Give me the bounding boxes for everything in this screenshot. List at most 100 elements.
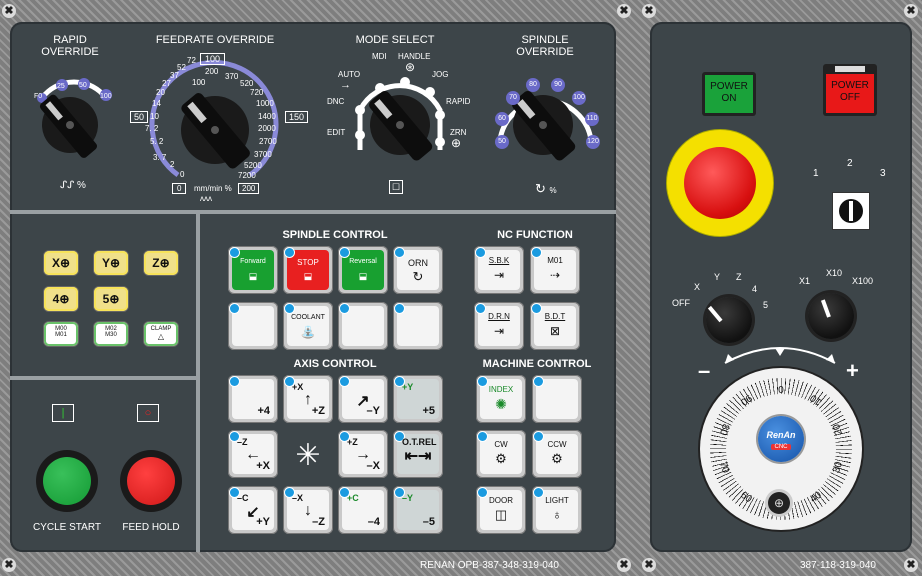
feed-hold-label: FEED HOLD <box>122 522 180 533</box>
blank-key[interactable] <box>228 302 278 350</box>
axis-key-bottom: –4 <box>367 516 380 528</box>
mode-dnc: DNC <box>327 97 345 106</box>
door-key[interactable]: DOOR ◫ <box>476 486 526 534</box>
screw-icon: ✖ <box>904 558 918 572</box>
feed-box-right: 150 <box>285 111 309 123</box>
axis-select-z[interactable]: Z⊕ <box>144 251 178 275</box>
axis-key[interactable]: +Y +5 <box>393 375 443 423</box>
axis-off-label: OFF <box>672 298 690 308</box>
power-off-button[interactable]: POWER OFF <box>823 64 877 116</box>
feed-tick: 7. 2 <box>145 124 159 133</box>
axis-select-knob[interactable] <box>706 297 752 343</box>
mode-rapid: RAPID <box>446 97 471 106</box>
blank-key[interactable] <box>393 302 443 350</box>
spindle-control-title: SPINDLE CONTROL <box>282 229 388 241</box>
ccw-key[interactable]: CCW ⚙ <box>532 430 582 478</box>
mode-handle-icon: ⊛ <box>405 60 416 74</box>
key-switch-2: 2 <box>847 158 853 169</box>
blank-key[interactable] <box>532 375 582 423</box>
arrow-icon: ↗ <box>356 393 370 410</box>
mult-x1-label: X1 <box>799 276 811 286</box>
cycle-start-button[interactable] <box>36 450 98 512</box>
axis-z-label: Z <box>736 272 742 282</box>
spindle-tick: 70 <box>506 91 520 105</box>
spindle-reversal-key[interactable]: Reversal ⬓ <box>338 246 388 294</box>
axis-key[interactable]: –Y ↗ <box>338 375 388 423</box>
feed-tick: 1400 <box>258 112 276 121</box>
feed-tick: 370 <box>225 72 239 81</box>
key-switch-1: 1 <box>813 168 819 179</box>
key-switch[interactable] <box>832 192 870 230</box>
spindle-tick: 100 <box>572 91 586 105</box>
feed-hold-button[interactable] <box>120 450 182 512</box>
feed-tick: 52 <box>177 63 186 72</box>
axis-key[interactable]: +C –4 <box>338 486 388 534</box>
axis-select-5[interactable]: 5⊕ <box>94 287 128 311</box>
rapid-tick: 50 <box>79 82 87 89</box>
spindle-forward-key[interactable]: Forward ⬓ <box>228 246 278 294</box>
feed-tick: 20 <box>156 88 165 97</box>
mode-select-dial <box>355 77 445 161</box>
axis-key[interactable]: +4 <box>228 375 278 423</box>
mpg-brand: RenAn <box>766 430 796 440</box>
key-switch-3: 3 <box>880 168 886 179</box>
m00-m01-key[interactable]: M00 M01 <box>44 322 78 346</box>
spindle-tick: 90 <box>551 78 565 92</box>
feed-box-bottom-right: 200 <box>238 183 260 194</box>
rapid-tick: 25 <box>57 83 65 90</box>
axis-key[interactable]: O.T.REL ⇤⇥ <box>393 430 443 478</box>
screw-icon: ✖ <box>617 558 631 572</box>
axis-key-bottom: +4 <box>257 405 270 417</box>
feed-tick: 2 <box>170 160 175 169</box>
light-key[interactable]: LIGHT ♁ <box>532 486 582 534</box>
feed-tick: 0 <box>180 170 185 179</box>
feed-tick: 37 <box>170 71 179 80</box>
multiplier-knob[interactable] <box>808 293 854 339</box>
power-on-button[interactable]: POWER ON <box>702 72 756 116</box>
feed-tick: 27 <box>162 79 171 88</box>
mpg-sub: CNC <box>771 444 791 450</box>
spindle-tick: 110 <box>585 112 599 126</box>
coolant-key[interactable]: COOLANT ⛲ <box>283 302 333 350</box>
axis-select-4[interactable]: 4⊕ <box>44 287 78 311</box>
zrn-icon: ⊕ <box>451 136 462 150</box>
axis-key[interactable]: +Z –X → <box>338 430 388 478</box>
spindle-rotate-icon: ↻ % <box>535 181 557 196</box>
axis-select-y[interactable]: Y⊕ <box>94 251 128 275</box>
axis-key[interactable]: +X +Z ↑ <box>283 375 333 423</box>
cw-key[interactable]: CW ⚙ <box>476 430 526 478</box>
axis-key[interactable]: –Z +X ← <box>228 430 278 478</box>
index-key[interactable]: INDEX ✺ <box>476 375 526 423</box>
axis-key[interactable]: –C +Y ↙ <box>228 486 278 534</box>
axis-key[interactable]: –Y –5 <box>393 486 443 534</box>
axis-key[interactable]: –X –Z ↓ <box>283 486 333 534</box>
arrow-icon: ↓ <box>304 502 312 519</box>
axis-key[interactable]: ✳ <box>283 430 333 478</box>
spindle-tick: 60 <box>495 112 509 126</box>
screw-icon: ✖ <box>2 558 16 572</box>
feed-tick: 72 <box>187 56 196 65</box>
m02-m30-key[interactable]: M02 M30 <box>94 322 128 346</box>
emergency-stop-button[interactable] <box>667 130 773 236</box>
feed-tick: 520 <box>240 79 254 88</box>
screw-icon: ✖ <box>642 4 656 18</box>
clamp-key[interactable]: CLAMP △ <box>144 322 178 346</box>
m01-key[interactable]: M01 ⇢ <box>530 246 580 294</box>
bdt-key[interactable]: B.D.T ⊠ <box>530 302 580 350</box>
axis-key-top: +Y <box>402 382 414 392</box>
screw-icon: ✖ <box>904 4 918 18</box>
sbk-key[interactable]: S.B.K ⇥ <box>474 246 524 294</box>
spindle-tick: 50 <box>495 135 509 149</box>
screw-icon: ✖ <box>2 4 16 18</box>
mpg-plus-label: + <box>846 358 859 383</box>
blank-key[interactable] <box>338 302 388 350</box>
orn-key[interactable]: ORN ↻ <box>393 246 443 294</box>
hand-lock-icon: ☐ <box>389 180 403 194</box>
rapid-override-title: RAPID OVERRIDE <box>41 34 99 58</box>
feed-tick: 3700 <box>254 150 272 159</box>
drn-key[interactable]: D.R.N ⇥ <box>474 302 524 350</box>
feedrate-override-title: FEEDRATE OVERRIDE <box>155 34 275 46</box>
spindle-stop-key[interactable]: STOP ⬓ <box>283 246 333 294</box>
axis-control-title: AXIS CONTROL <box>293 358 377 370</box>
axis-select-x[interactable]: X⊕ <box>44 251 78 275</box>
